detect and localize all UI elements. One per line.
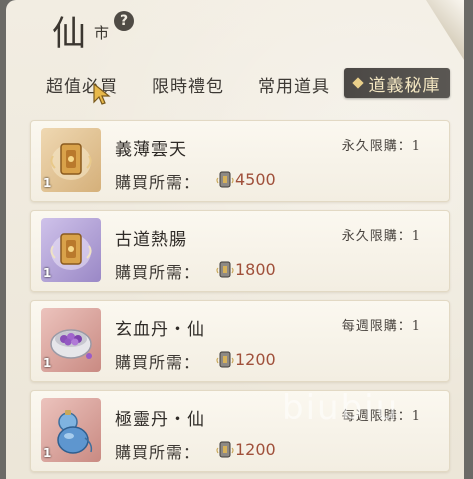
help-icon[interactable]: ? <box>114 11 134 31</box>
cost-label: 購買所需： <box>115 353 201 372</box>
item-price: 1200 <box>235 350 276 369</box>
tab-daoyi-vault-label: 道義秘庫 <box>368 75 441 96</box>
daoyi-token-icon <box>216 351 234 368</box>
purple-pill-bowl-icon: 1 <box>41 308 101 372</box>
blue-gourd-icon: 1 <box>41 398 101 462</box>
daoyi-token-icon <box>216 441 234 458</box>
purchase-limit: 每週限購：1 <box>341 319 421 334</box>
list-item[interactable]: 1 古道熱腸 永久限購：1 購買所需： 1800 <box>30 210 450 292</box>
purchase-limit: 永久限購：1 <box>341 229 421 244</box>
page-subtitle: 市 <box>94 24 110 42</box>
tab-limited-packs[interactable]: 限時禮包 <box>152 72 224 97</box>
item-quantity: 1 <box>43 446 52 460</box>
item-name: 極靈丹・仙 <box>115 410 205 430</box>
daoyi-token-icon <box>216 261 234 278</box>
item-price: 1200 <box>235 440 276 459</box>
item-name: 古道熱腸 <box>115 230 187 250</box>
cost-label: 購買所需： <box>115 263 201 282</box>
cost-label: 購買所需： <box>115 443 201 462</box>
purchase-limit: 永久限購：1 <box>341 139 421 154</box>
item-price: 4500 <box>235 170 276 189</box>
list-item[interactable]: 1 玄血丹・仙 每週限購：1 購買所需： 1200 <box>30 300 450 382</box>
list-item[interactable]: 1 義薄雲天 永久限購：1 購買所需： 4500 <box>30 120 450 202</box>
daoyi-token-icon <box>216 171 234 188</box>
tab-common-items[interactable]: 常用道具 <box>258 72 330 97</box>
item-name: 義薄雲天 <box>115 140 187 160</box>
watermark: biubiu <box>282 388 400 428</box>
page-title: 仙 <box>52 14 87 54</box>
diamond-icon <box>351 77 364 89</box>
item-name: 玄血丹・仙 <box>115 320 205 340</box>
item-quantity: 1 <box>43 176 52 190</box>
item-quantity: 1 <box>43 266 52 280</box>
cost-label: 購買所需： <box>115 173 201 192</box>
pointer-cursor-icon <box>93 82 111 105</box>
page-curl-decoration <box>426 0 464 60</box>
tab-daoyi-vault[interactable]: 道義秘庫 <box>344 68 450 98</box>
item-price: 1800 <box>235 260 276 279</box>
item-quantity: 1 <box>43 356 52 370</box>
gold-token-icon: 1 <box>41 128 101 192</box>
gold-token-icon: 1 <box>41 218 101 282</box>
